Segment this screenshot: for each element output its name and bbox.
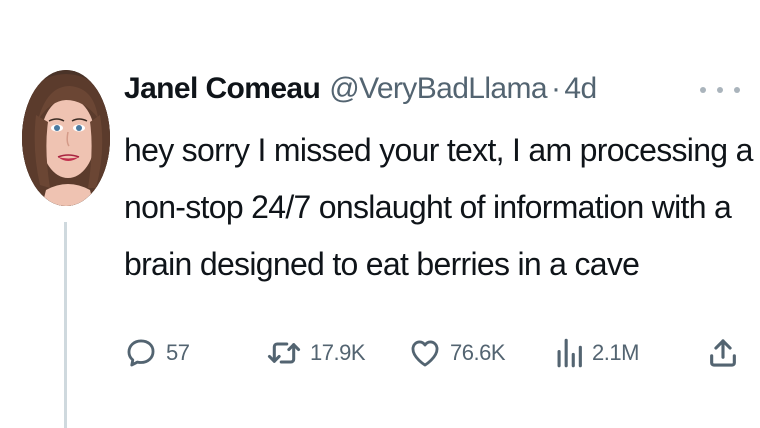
heart-icon bbox=[408, 336, 442, 370]
reply-bubble-icon bbox=[124, 336, 158, 370]
views-button[interactable]: 2.1M bbox=[554, 328, 639, 378]
like-count: 76.6K bbox=[450, 340, 506, 365]
tweet-text-line: hey sorry I missed your text, I am proce… bbox=[124, 132, 753, 168]
retweet-count: 17.9K bbox=[310, 340, 366, 365]
more-horizontal-icon bbox=[734, 87, 740, 93]
share-button[interactable] bbox=[706, 328, 740, 378]
author-handle[interactable]: @VeryBadLlama bbox=[329, 72, 547, 106]
header-separator: · bbox=[551, 72, 561, 105]
views-bar-chart-icon bbox=[554, 336, 584, 370]
avatar-photo bbox=[22, 70, 110, 206]
tweet-text-line: brain designed to eat berries in a cave bbox=[124, 246, 640, 282]
more-horizontal-icon bbox=[717, 87, 723, 93]
retweet-icon bbox=[266, 336, 302, 370]
reply-count: 57 bbox=[166, 340, 190, 365]
tweet-actions: 57 17.9K 76.6K 2.1M bbox=[124, 328, 744, 378]
tweet-card: Janel Comeau @VeryBadLlama · 4d hey sorr… bbox=[0, 0, 760, 428]
reply-button[interactable]: 57 bbox=[124, 328, 190, 378]
tweet-header: Janel Comeau @VeryBadLlama · 4d bbox=[124, 72, 597, 112]
tweet-text: hey sorry I missed your text, I am proce… bbox=[124, 122, 753, 293]
share-upload-icon bbox=[706, 336, 740, 370]
tweet-timestamp[interactable]: 4d bbox=[564, 72, 597, 106]
tweet-text-line: non-stop 24/7 onslaught of information w… bbox=[124, 189, 732, 225]
views-count: 2.1M bbox=[592, 340, 639, 365]
like-button[interactable]: 76.6K bbox=[408, 328, 506, 378]
author-display-name[interactable]: Janel Comeau bbox=[124, 72, 321, 106]
author-avatar[interactable] bbox=[22, 70, 110, 206]
retweet-button[interactable]: 17.9K bbox=[266, 328, 366, 378]
more-horizontal-icon bbox=[700, 87, 706, 93]
more-options-button[interactable] bbox=[700, 78, 740, 102]
thread-line bbox=[64, 222, 67, 428]
